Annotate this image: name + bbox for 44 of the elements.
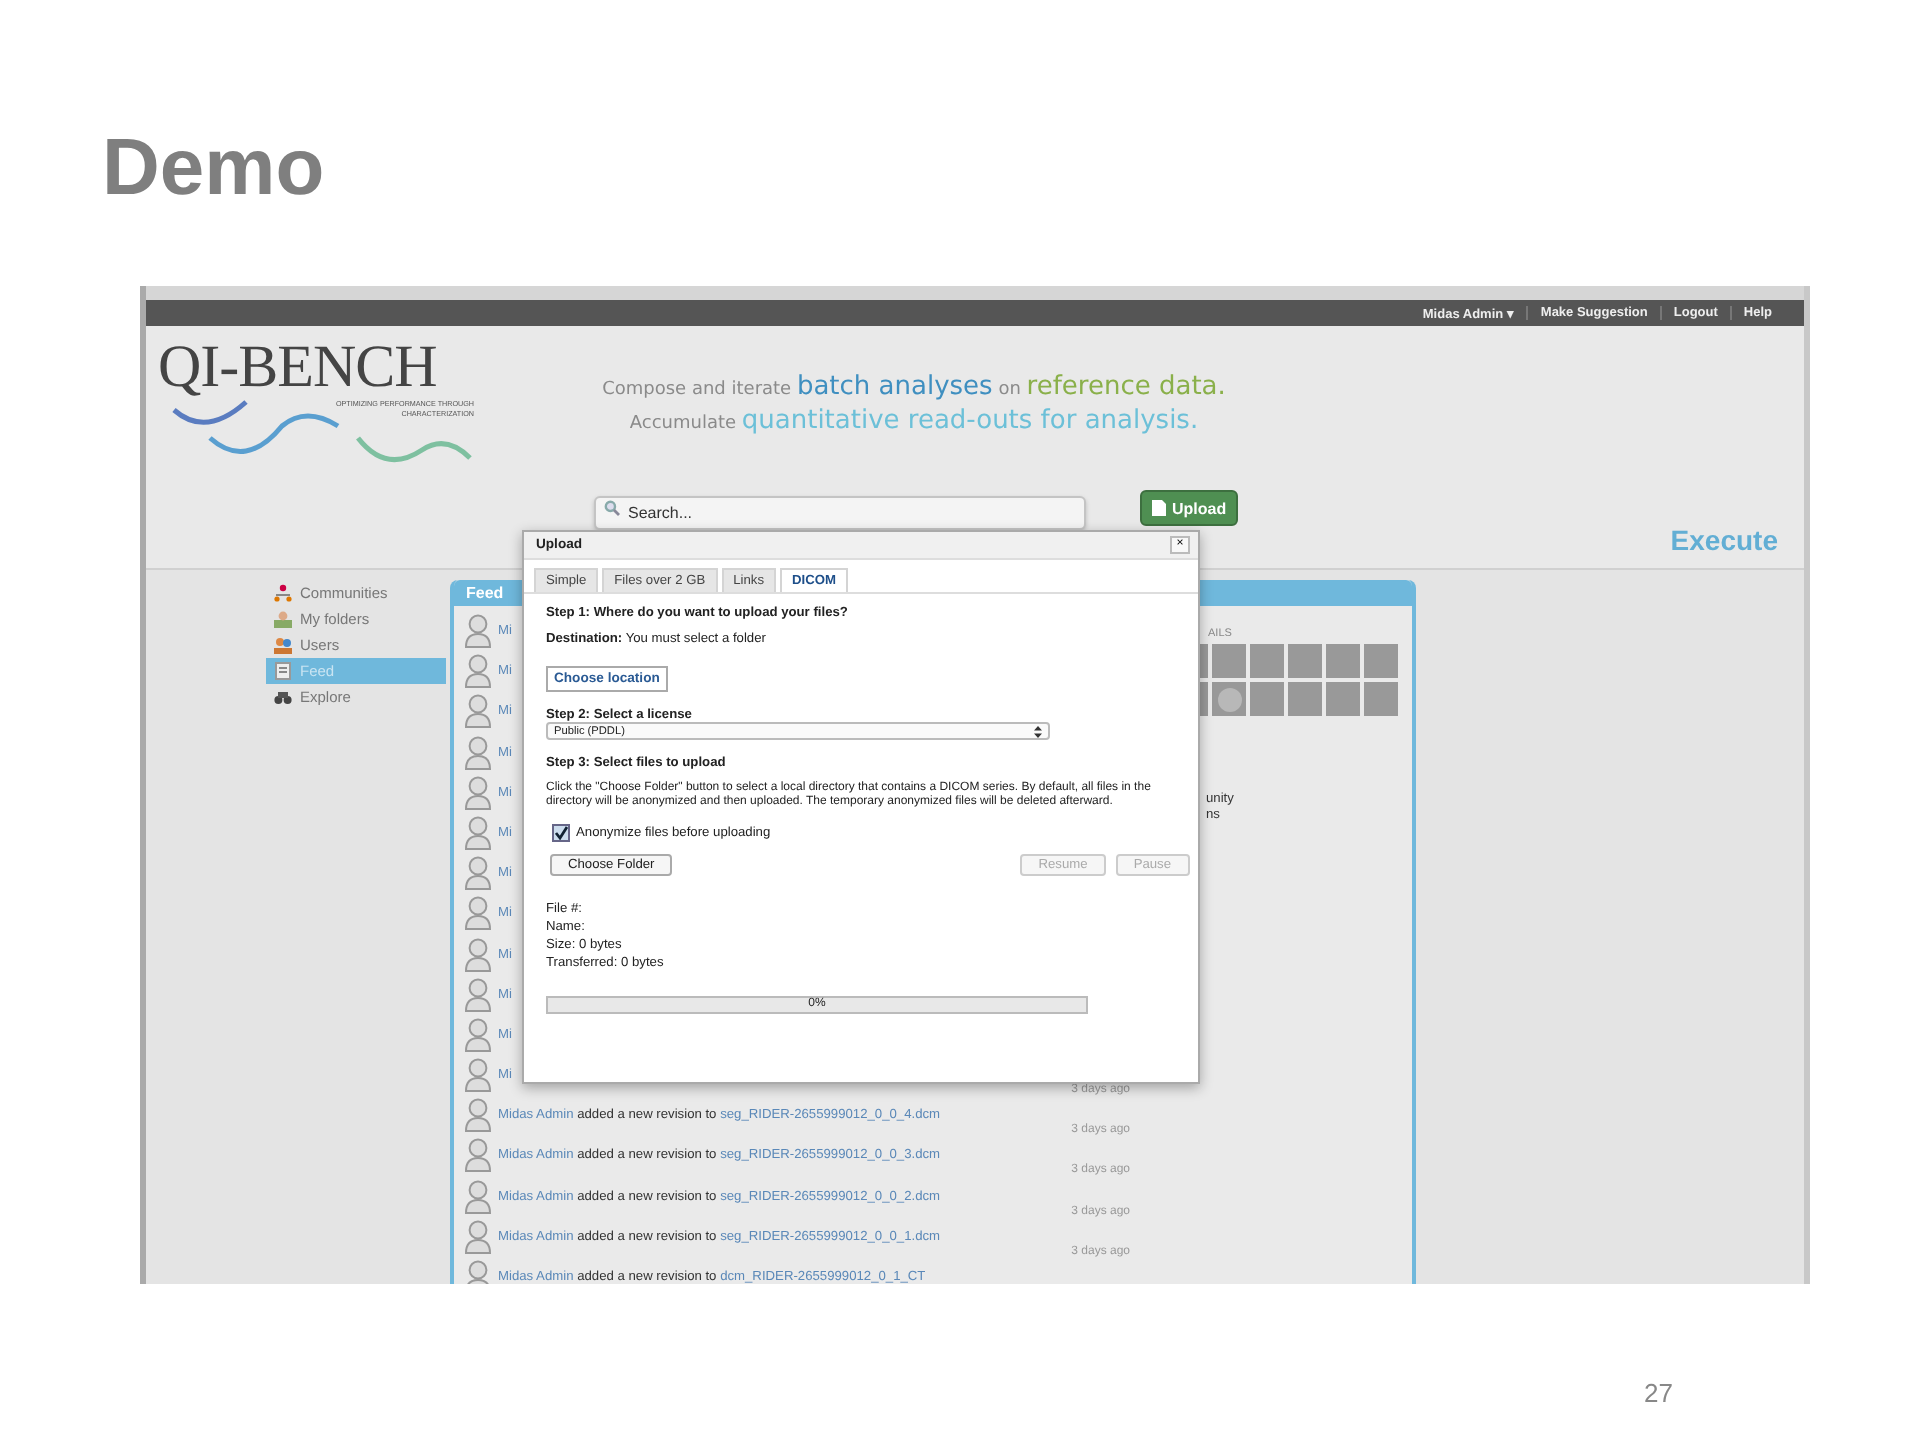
search-field[interactable]: Search...	[594, 495, 1086, 529]
avatar-icon	[464, 1260, 492, 1284]
sidebar-icon	[274, 610, 292, 628]
thumbnail[interactable]	[1250, 644, 1284, 678]
select-arrows-icon	[1034, 725, 1042, 737]
tagline: Compose and iterate batch analyses on reference data.	[602, 370, 1226, 404]
avatar-icon	[464, 937, 492, 971]
avatar-icon	[464, 1179, 492, 1214]
avatar-icon	[464, 1058, 492, 1093]
thumbnail[interactable]	[1288, 682, 1322, 716]
avatar-icon	[464, 654, 492, 689]
avatar-icon	[464, 1219, 492, 1254]
thumbnail[interactable]	[1364, 644, 1398, 678]
thumbnail[interactable]	[1288, 644, 1322, 678]
thumbnail[interactable]	[1326, 682, 1360, 716]
avatar-icon	[464, 694, 492, 729]
thumbnail[interactable]	[1250, 682, 1284, 716]
avatar-icon	[464, 775, 492, 810]
thumbnail[interactable]	[1212, 644, 1246, 678]
avatar-icon	[464, 977, 492, 1012]
section-title: Execute	[1670, 524, 1778, 556]
avatar-icon	[464, 1138, 492, 1173]
logo-text: QI-BENCH	[158, 338, 437, 398]
upload-button[interactable]: Upload	[1140, 490, 1239, 526]
search-icon	[604, 499, 620, 515]
checkbox[interactable]	[552, 823, 570, 842]
avatar-icon	[464, 735, 492, 770]
document-icon	[1152, 500, 1166, 516]
avatar-icon	[464, 1098, 492, 1133]
avatar-icon	[464, 856, 492, 891]
thumbnail[interactable]	[1364, 682, 1398, 716]
page-number: 27	[1644, 1378, 1673, 1408]
slide-title: Demo	[102, 124, 325, 214]
tagline: Accumulate quantitative read-outs for analysis.	[629, 404, 1199, 438]
sidebar-icon	[274, 584, 292, 602]
sidebar-icon	[274, 636, 292, 654]
thumbnail[interactable]	[1326, 644, 1360, 678]
thumbnail[interactable]	[1212, 682, 1246, 716]
avatar-icon	[464, 614, 492, 648]
avatar-icon	[464, 1017, 492, 1052]
sidebar-icon	[274, 662, 292, 680]
avatar-icon	[464, 896, 492, 931]
sidebar-icon	[274, 688, 292, 706]
avatar-icon	[464, 815, 492, 850]
